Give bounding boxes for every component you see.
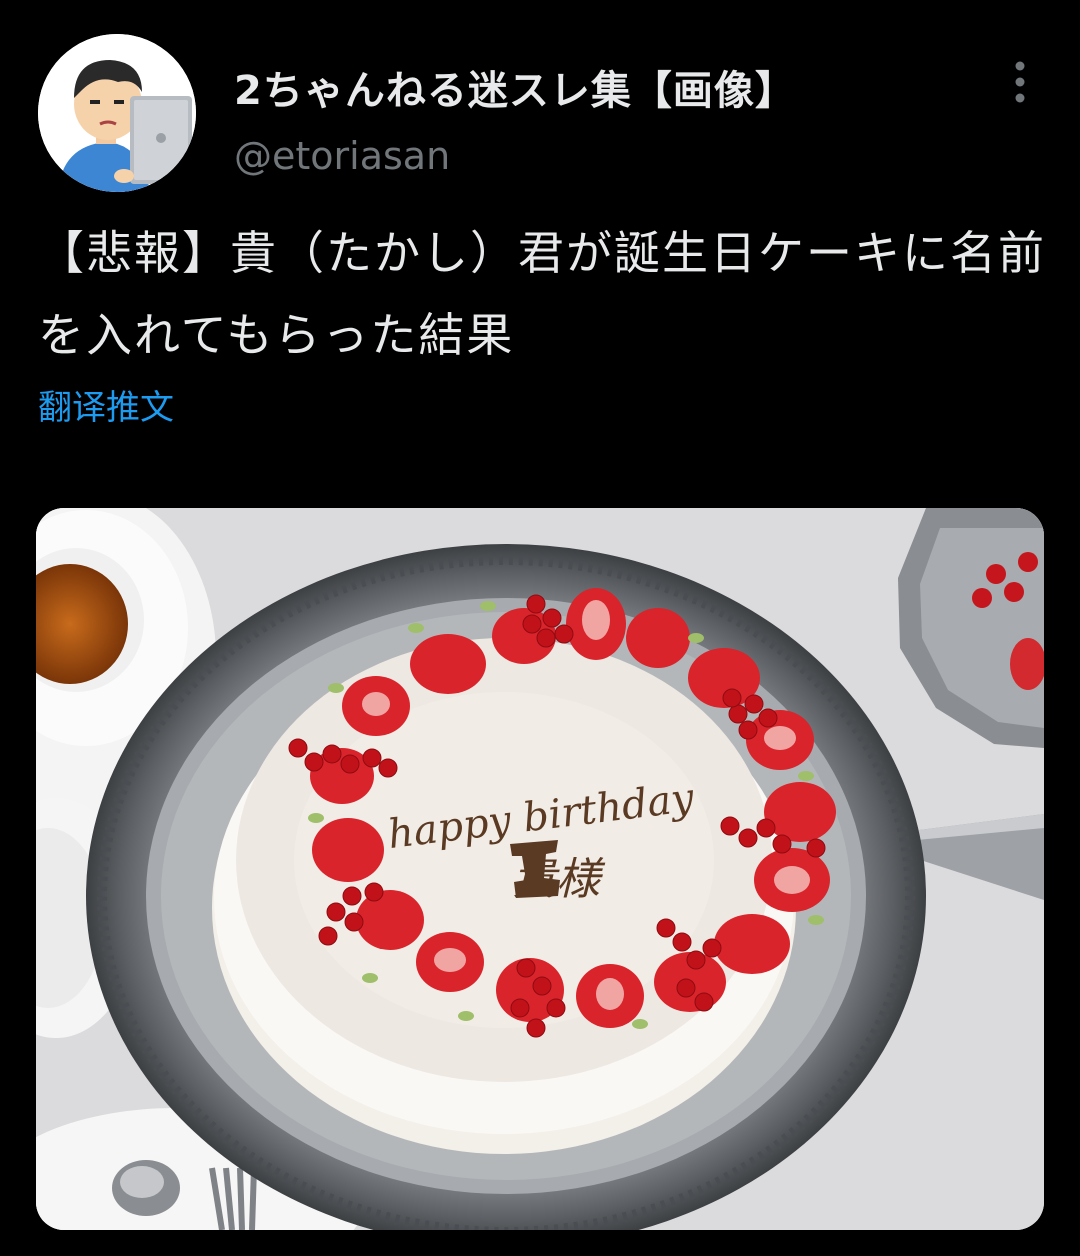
more-options-button[interactable] [996,56,1044,108]
person-at-laptop-icon [38,34,196,192]
birthday-cake-photo-icon: happy birthday 貴様 [36,508,1044,1230]
more-vertical-icon [1015,61,1025,103]
display-name[interactable]: 2ちゃんねる迷スレ集【画像】 [234,58,796,116]
user-handle[interactable]: @etoriasan [234,134,450,178]
translate-tweet-link[interactable]: 翻译推文 [38,380,174,429]
tweet-media-image[interactable]: happy birthday 貴様 [36,508,1044,1230]
tweet-text: 【悲報】貴（たかし）君が誕生日ケーキに名前を入れてもらった結果 [38,226,1046,362]
avatar[interactable] [38,34,196,192]
cake-message-line2: 貴様 [512,854,606,905]
